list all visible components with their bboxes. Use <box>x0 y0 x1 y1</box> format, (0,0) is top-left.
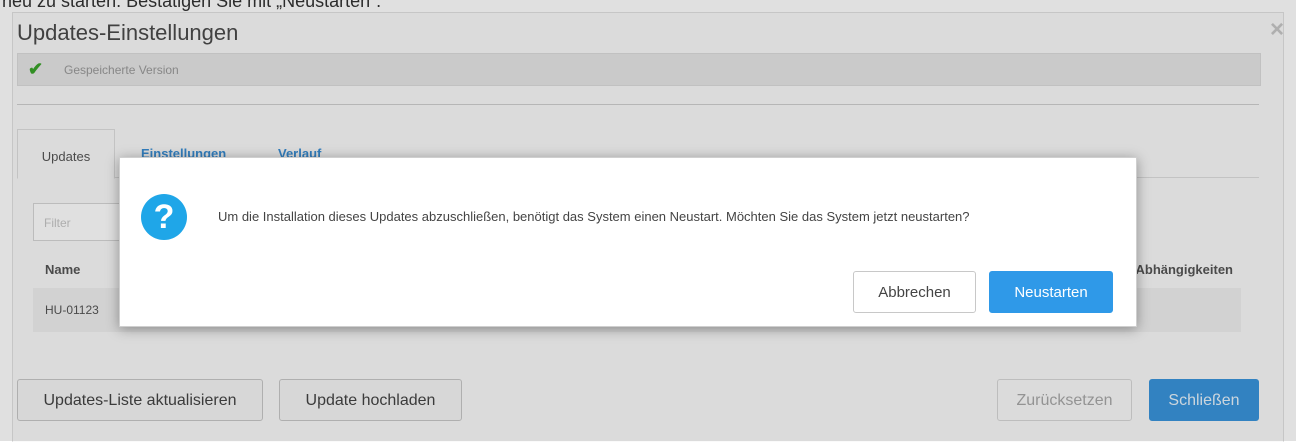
restart-dialog: ? Um die Installation dieses Updates abz… <box>119 157 1137 327</box>
question-icon: ? <box>141 194 187 240</box>
restart-button[interactable]: Neustarten <box>989 271 1113 313</box>
dialog-message: Um die Installation dieses Updates abzus… <box>218 209 970 224</box>
cancel-button[interactable]: Abbrechen <box>853 271 976 313</box>
